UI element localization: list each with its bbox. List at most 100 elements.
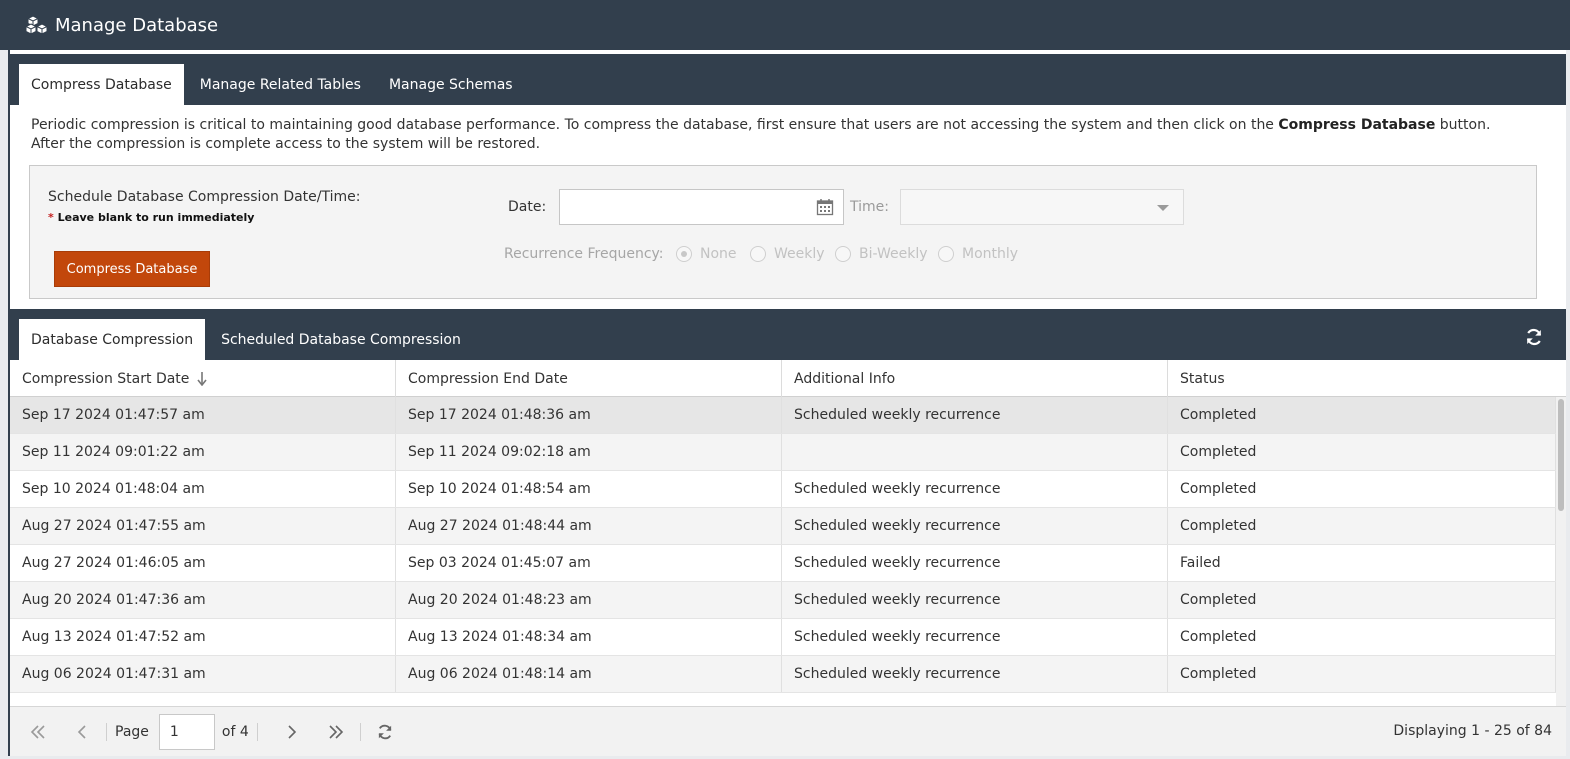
cell-end-date: Sep 10 2024 01:48:54 am [396,471,782,507]
intro-text-before: Periodic compression is critical to main… [31,117,1279,133]
pager-refresh-icon[interactable] [369,716,401,748]
schedule-note-text: Leave blank to run immediately [53,211,255,224]
previous-page-icon[interactable] [66,716,98,748]
chevron-down-icon [1157,205,1169,211]
cell-end-date: Aug 20 2024 01:48:23 am [396,582,782,618]
recurrence-option-label: Weekly [774,246,825,262]
tab-scheduled-database-compression[interactable]: Scheduled Database Compression [209,319,473,360]
cell-status: Failed [1168,545,1556,581]
cell-additional-info: Scheduled weekly recurrence [782,397,1168,433]
column-header-label: Compression Start Date [22,370,190,387]
cell-additional-info: Scheduled weekly recurrence [782,656,1168,692]
table-row[interactable]: Aug 27 2024 01:47:55 am Aug 27 2024 01:4… [10,508,1556,545]
tab-compress-database[interactable]: Compress Database [19,64,184,105]
cell-status: Completed [1168,471,1556,507]
cell-start-date: Aug 27 2024 01:46:05 am [10,545,396,581]
cell-status: Completed [1168,434,1556,470]
date-field[interactable] [559,189,844,225]
last-page-icon[interactable] [320,716,352,748]
recurrence-weekly-radio[interactable]: Weekly [750,246,825,262]
cell-status: Completed [1168,508,1556,544]
table-row[interactable]: Aug 20 2024 01:47:36 am Aug 20 2024 01:4… [10,582,1556,619]
pagination-toolbar: Page of 4 Displaying 1 - 25 of 84 [10,706,1566,756]
title-bar: Manage Database [0,0,1570,50]
cell-status: Completed [1168,397,1556,433]
cell-end-date: Aug 27 2024 01:48:44 am [396,508,782,544]
grid-rows: Sep 17 2024 01:47:57 am Sep 17 2024 01:4… [10,397,1556,693]
column-header-start-date[interactable]: Compression Start Date [10,360,396,397]
cell-end-date: Aug 06 2024 01:48:14 am [396,656,782,692]
cell-end-date: Aug 13 2024 01:48:34 am [396,619,782,655]
cell-start-date: Aug 13 2024 01:47:52 am [10,619,396,655]
bottom-tab-bar: Database Compression Scheduled Database … [10,309,1566,360]
scrollbar-thumb[interactable] [1558,399,1564,511]
recurrence-option-label: Monthly [962,246,1019,262]
column-header-status[interactable]: Status [1168,360,1566,397]
cell-start-date: Aug 27 2024 01:47:55 am [10,508,396,544]
recurrence-option-label: None [700,246,737,262]
recurrence-monthly-radio[interactable]: Monthly [938,246,1018,262]
table-row[interactable]: Aug 06 2024 01:47:31 am Aug 06 2024 01:4… [10,656,1556,693]
refresh-icon[interactable] [1524,327,1544,347]
pager-separator [359,722,361,741]
cell-additional-info: Scheduled weekly recurrence [782,471,1168,507]
cell-status: Completed [1168,619,1556,655]
page-label: Page [115,723,149,740]
page-number-input[interactable] [158,713,215,750]
compression-grid: Compression Start Date Compression End D… [10,360,1566,706]
calendar-icon[interactable] [816,198,834,216]
cell-start-date: Sep 10 2024 01:48:04 am [10,471,396,507]
cell-end-date: Sep 03 2024 01:45:07 am [396,545,782,581]
cell-start-date: Sep 17 2024 01:47:57 am [10,397,396,433]
main-panel: Compress Database Manage Related Tables … [8,50,1566,756]
recurrence-none-radio[interactable]: None [676,246,737,262]
cell-end-date: Sep 11 2024 09:02:18 am [396,434,782,470]
recurrence-label: Recurrence Frequency: [504,246,664,262]
intro-text: Periodic compression is critical to main… [31,116,1521,154]
page-count-label: of 4 [221,723,249,740]
pager-separator [106,722,107,741]
database-cubes-icon [25,15,49,35]
top-tab-bar: Compress Database Manage Related Tables … [10,54,1566,105]
time-label: Time: [850,199,889,215]
table-row[interactable]: Sep 10 2024 01:48:04 am Sep 10 2024 01:4… [10,471,1556,508]
grid-scrollbar[interactable] [1556,397,1566,706]
display-info: Displaying 1 - 25 of 84 [1393,723,1552,739]
recurrence-biweekly-radio[interactable]: Bi-Weekly [835,246,928,262]
column-header-end-date[interactable]: Compression End Date [396,360,782,397]
cell-additional-info: Scheduled weekly recurrence [782,545,1168,581]
next-page-icon[interactable] [276,716,308,748]
recurrence-option-label: Bi-Weekly [859,246,928,262]
cell-end-date: Sep 17 2024 01:48:36 am [396,397,782,433]
table-row[interactable]: Sep 17 2024 01:47:57 am Sep 17 2024 01:4… [10,397,1556,434]
compress-database-button[interactable]: Compress Database [54,251,210,287]
radio-icon [750,246,766,262]
intro-text-bold: Compress Database [1278,117,1436,133]
cell-start-date: Aug 20 2024 01:47:36 am [10,582,396,618]
cell-additional-info [782,434,1168,470]
tab-manage-related-tables[interactable]: Manage Related Tables [188,64,373,105]
cell-additional-info: Scheduled weekly recurrence [782,508,1168,544]
cell-start-date: Aug 06 2024 01:47:31 am [10,656,396,692]
first-page-icon[interactable] [22,716,54,748]
schedule-note: * Leave blank to run immediately [48,211,254,224]
column-header-additional-info[interactable]: Additional Info [782,360,1168,397]
schedule-panel: Schedule Database Compression Date/Time:… [29,165,1537,299]
date-label: Date: [508,199,547,215]
tab-database-compression[interactable]: Database Compression [19,319,206,360]
tab-manage-schemas[interactable]: Manage Schemas [377,64,525,105]
cell-status: Completed [1168,656,1556,692]
cell-status: Completed [1168,582,1556,618]
table-row[interactable]: Aug 13 2024 01:47:52 am Aug 13 2024 01:4… [10,619,1556,656]
grid-header: Compression Start Date Compression End D… [10,360,1566,397]
time-select[interactable] [900,189,1184,225]
schedule-label: Schedule Database Compression Date/Time: [48,189,361,205]
cell-additional-info: Scheduled weekly recurrence [782,619,1168,655]
table-row[interactable]: Aug 27 2024 01:46:05 am Sep 03 2024 01:4… [10,545,1556,582]
radio-selected-icon [676,246,692,262]
sort-descending-icon [197,371,208,386]
table-row[interactable]: Sep 11 2024 09:01:22 am Sep 11 2024 09:0… [10,434,1556,471]
cell-additional-info: Scheduled weekly recurrence [782,582,1168,618]
page-title: Manage Database [55,14,219,36]
pager-separator [256,722,258,741]
